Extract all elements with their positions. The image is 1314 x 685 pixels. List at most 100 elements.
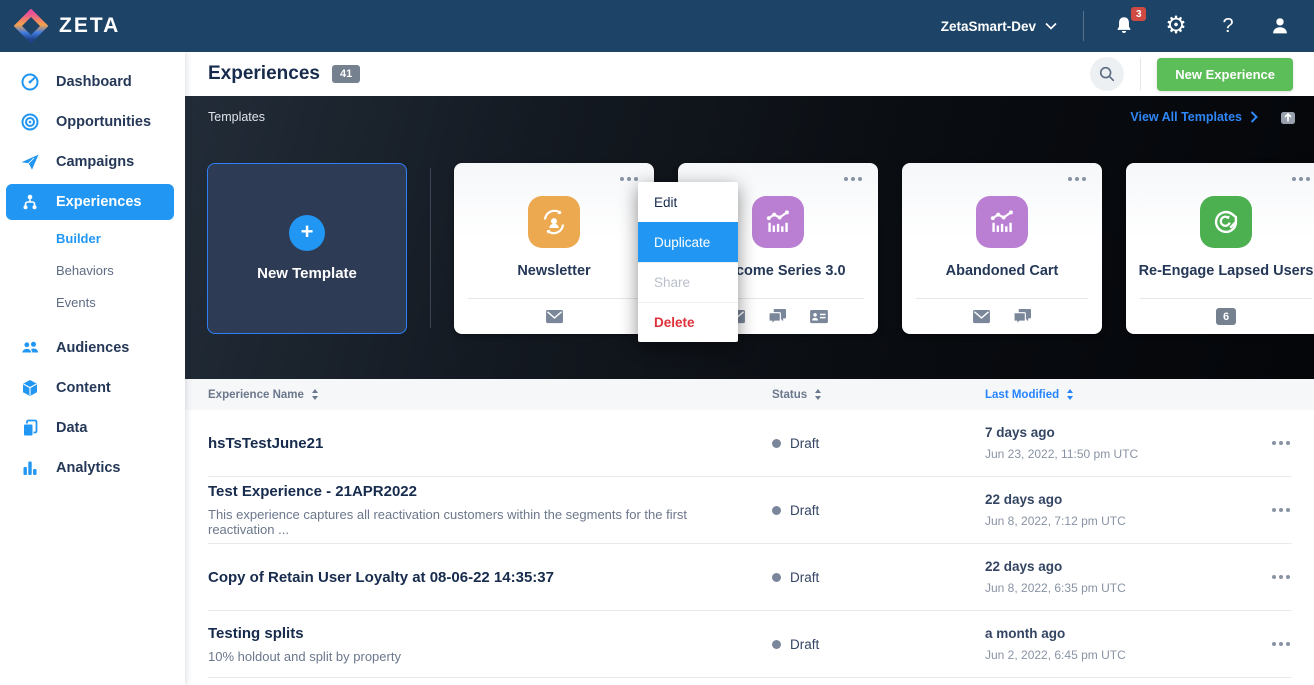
status-text: Draft xyxy=(790,570,819,585)
sidebar-item-dashboard[interactable]: Dashboard xyxy=(0,62,185,102)
sort-icon xyxy=(1067,389,1073,400)
new-template-card[interactable]: + New Template xyxy=(207,163,407,334)
experience-name-link[interactable]: Copy of Retain User Loyalty at 08-06-22 … xyxy=(208,569,742,586)
notification-count-badge: 3 xyxy=(1131,7,1146,21)
experience-name-link[interactable]: hsTsTestJune21 xyxy=(208,435,742,452)
gear-icon: ⚙ xyxy=(1165,14,1187,38)
stacked-docs-icon xyxy=(20,418,40,438)
new-template-label: New Template xyxy=(257,265,357,282)
status-text: Draft xyxy=(790,637,819,652)
experience-name-link[interactable]: Testing splits xyxy=(208,625,742,642)
menu-item-duplicate[interactable]: Duplicate xyxy=(638,222,738,262)
template-name: Abandoned Cart xyxy=(910,263,1094,279)
collapse-section-icon[interactable] xyxy=(1280,110,1296,125)
experience-count-badge: 41 xyxy=(332,65,360,83)
mail-icon xyxy=(972,309,991,324)
plus-icon: + xyxy=(289,215,325,251)
template-card-newsletter[interactable]: Newsletter xyxy=(454,163,654,334)
table-row: hsTsTestJune21 Draft 7 days ago Jun 23, … xyxy=(208,410,1292,477)
experiences-table: Experience Name Status Last Modified hsT… xyxy=(185,379,1314,678)
sidebar-subitem-label: Behaviors xyxy=(56,263,114,278)
sidebar-item-campaigns[interactable]: Campaigns xyxy=(0,142,185,182)
workspace-selector[interactable]: ZetaSmart-Dev xyxy=(941,19,1057,34)
row-menu-icon[interactable] xyxy=(1270,435,1292,451)
sidebar-item-data[interactable]: Data xyxy=(0,408,185,448)
zeta-diamond-icon xyxy=(14,9,48,43)
chart-icon xyxy=(752,196,804,248)
column-header-status[interactable]: Status xyxy=(772,389,985,401)
cards-divider xyxy=(430,168,431,328)
status-dot xyxy=(772,573,781,582)
card-menu-icon[interactable] xyxy=(844,177,862,181)
modified-timestamp: Jun 8, 2022, 6:35 pm UTC xyxy=(985,581,1255,595)
sort-icon xyxy=(312,389,318,400)
brand-name: ZETA xyxy=(59,14,120,38)
menu-item-delete[interactable]: Delete xyxy=(638,302,738,342)
sidebar-item-label: Analytics xyxy=(56,460,120,476)
status-text: Draft xyxy=(790,436,819,451)
notifications-button[interactable]: 3 xyxy=(1110,12,1138,40)
sidebar-subitem-events[interactable]: Events xyxy=(0,286,185,318)
row-menu-icon[interactable] xyxy=(1270,569,1292,585)
zeta-logo[interactable]: ZETA xyxy=(0,9,120,43)
modified-relative: 7 days ago xyxy=(985,425,1255,440)
view-all-label: View All Templates xyxy=(1130,110,1242,124)
template-card-reengage[interactable]: Re-Engage Lapsed Users 6 xyxy=(1126,163,1314,334)
sidebar-item-analytics[interactable]: Analytics xyxy=(0,448,185,488)
card-menu-icon[interactable] xyxy=(1292,177,1310,181)
channel-count-badge: 6 xyxy=(1216,308,1236,325)
page-header: Experiences 41 New Experience xyxy=(185,52,1314,96)
template-card-abandoned-cart[interactable]: Abandoned Cart xyxy=(902,163,1102,334)
workspace-name: ZetaSmart-Dev xyxy=(941,19,1036,34)
experiences-tree-icon xyxy=(20,192,40,212)
target-icon xyxy=(20,112,40,132)
modified-relative: a month ago xyxy=(985,626,1255,641)
column-header-experience-name[interactable]: Experience Name xyxy=(208,389,772,401)
page-title: Experiences xyxy=(208,63,320,85)
sidebar-item-label: Data xyxy=(56,420,87,436)
chevron-down-icon xyxy=(1045,22,1057,30)
templates-section-label: Templates xyxy=(208,110,265,124)
sidebar-item-label: Opportunities xyxy=(56,114,151,130)
new-experience-button[interactable]: New Experience xyxy=(1157,58,1293,91)
card-menu-icon[interactable] xyxy=(1068,177,1086,181)
dashboard-icon xyxy=(20,72,40,92)
row-menu-icon[interactable] xyxy=(1270,636,1292,652)
sidebar-item-opportunities[interactable]: Opportunities xyxy=(0,102,185,142)
sidebar-item-audiences[interactable]: Audiences xyxy=(0,328,185,368)
experience-description: This experience captures all reactivatio… xyxy=(208,507,742,537)
menu-item-edit[interactable]: Edit xyxy=(638,182,738,222)
modified-timestamp: Jun 23, 2022, 11:50 pm UTC xyxy=(985,447,1255,461)
table-row: Test Experience - 21APR2022 This experie… xyxy=(208,477,1292,544)
sidebar-item-experiences[interactable]: Experiences xyxy=(6,184,174,220)
view-all-templates-link[interactable]: View All Templates xyxy=(1130,110,1258,124)
sidebar: Dashboard Opportunities Campaigns Experi… xyxy=(0,52,185,685)
modified-timestamp: Jun 8, 2022, 7:12 pm UTC xyxy=(985,514,1255,528)
template-name: Re-Engage Lapsed Users xyxy=(1134,263,1314,279)
status-text: Draft xyxy=(790,503,819,518)
chevron-right-icon xyxy=(1250,111,1258,123)
search-button[interactable] xyxy=(1090,57,1124,91)
experience-name-link[interactable]: Test Experience - 21APR2022 xyxy=(208,483,742,500)
settings-button[interactable]: ⚙ xyxy=(1162,12,1190,40)
sidebar-item-content[interactable]: Content xyxy=(0,368,185,408)
navbar-divider xyxy=(1083,11,1084,41)
column-label: Last Modified xyxy=(985,389,1059,401)
modified-relative: 22 days ago xyxy=(985,492,1255,507)
reengage-icon xyxy=(1200,196,1252,248)
chat-icon xyxy=(1013,308,1032,325)
template-name: Newsletter xyxy=(462,263,646,279)
paper-plane-icon xyxy=(20,152,40,172)
row-menu-icon[interactable] xyxy=(1270,502,1292,518)
sidebar-item-label: Content xyxy=(56,380,111,396)
template-cards-row: + New Template Newsletter xyxy=(207,163,1314,334)
help-button[interactable]: ? xyxy=(1214,12,1242,40)
column-header-last-modified[interactable]: Last Modified xyxy=(985,389,1255,401)
card-menu-icon[interactable] xyxy=(620,177,638,181)
sidebar-subitem-behaviors[interactable]: Behaviors xyxy=(0,254,185,286)
lifecycle-icon xyxy=(528,196,580,248)
status-dot xyxy=(772,640,781,649)
sidebar-subitem-label: Events xyxy=(56,295,96,310)
sidebar-subitem-builder[interactable]: Builder xyxy=(0,222,185,254)
account-button[interactable] xyxy=(1266,12,1294,40)
